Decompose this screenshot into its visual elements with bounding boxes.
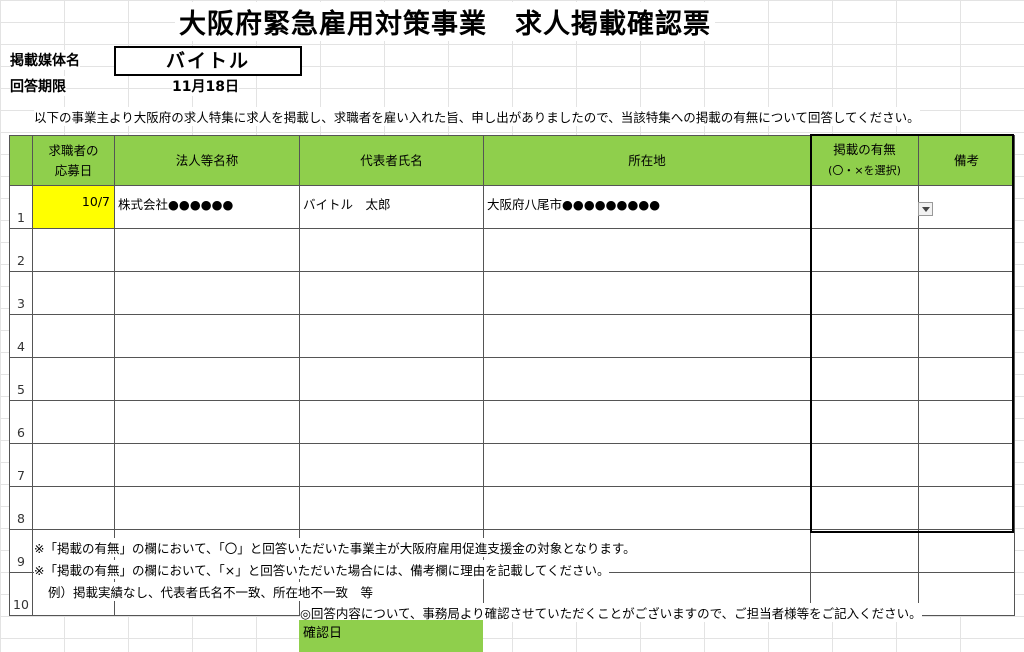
row-number: 2: [9, 228, 33, 272]
representative-cell[interactable]: [299, 400, 484, 444]
table-header-row: 求職者の 応募日 法人等名称 代表者氏名 所在地 掲載の有無 (〇・×を選択) …: [9, 135, 1015, 186]
representative-cell[interactable]: [299, 271, 484, 315]
representative-cell[interactable]: [299, 486, 484, 530]
application-date-cell[interactable]: 10/7: [32, 185, 115, 229]
application-date-cell[interactable]: [32, 271, 115, 315]
representative-cell[interactable]: [299, 228, 484, 272]
dropdown-arrow-icon[interactable]: [918, 202, 933, 216]
listed-select-cell[interactable]: [810, 314, 919, 358]
listed-select-cell[interactable]: [810, 443, 919, 487]
representative-cell[interactable]: [299, 357, 484, 401]
listed-select-cell[interactable]: [810, 228, 919, 272]
header-listed-line1: 掲載の有無: [833, 142, 896, 157]
address-cell[interactable]: [483, 486, 811, 530]
header-application-date: 求職者の 応募日: [32, 135, 115, 186]
remarks-cell[interactable]: [918, 486, 1015, 530]
table-row: 6: [9, 400, 1015, 444]
remarks-cell[interactable]: [918, 314, 1015, 358]
media-label: 掲載媒体名: [10, 50, 80, 70]
page-title: 大阪府緊急雇用対策事業 求人掲載確認票: [175, 2, 715, 41]
remarks-cell[interactable]: [918, 271, 1015, 315]
application-date-cell[interactable]: [32, 400, 115, 444]
header-address: 所在地: [483, 135, 811, 186]
row-number: 8: [9, 486, 33, 530]
listed-select-cell[interactable]: [810, 357, 919, 401]
company-cell[interactable]: 株式会社●●●●●●: [114, 185, 300, 229]
header-company: 法人等名称: [114, 135, 300, 186]
note-1: ※「掲載の有無」の欄において、「〇」と回答いただいた事業主が大阪府雇用促進支援金…: [34, 538, 636, 557]
media-name-cell[interactable]: バイトル: [114, 46, 302, 76]
address-cell[interactable]: [483, 314, 811, 358]
table-row: 8: [9, 486, 1015, 530]
header-no: [9, 135, 33, 186]
table-row: 5: [9, 357, 1015, 401]
row-number: 9: [9, 529, 33, 573]
row-number: 6: [9, 400, 33, 444]
header-date-line1: 求職者の: [48, 142, 99, 158]
address-cell[interactable]: [483, 228, 811, 272]
confirm-date-cell[interactable]: 確認日: [299, 620, 483, 652]
row-number: 7: [9, 443, 33, 487]
intro-text: 以下の事業主より大阪府の求人特集に求人を掲載し、求職者を雇い入れた旨、申し出があ…: [34, 107, 920, 126]
table-row: 1 10/7 株式会社●●●●●● バイトル 太郎 大阪府八尾市●●●●●●●●…: [9, 185, 1015, 229]
listed-select-cell[interactable]: [810, 486, 919, 530]
remarks-cell[interactable]: [918, 228, 1015, 272]
company-cell[interactable]: [114, 486, 300, 530]
remarks-cell[interactable]: [918, 357, 1015, 401]
listed-select-cell[interactable]: [810, 271, 919, 315]
row-number: 5: [9, 357, 33, 401]
address-cell[interactable]: [483, 357, 811, 401]
representative-cell[interactable]: [299, 314, 484, 358]
representative-cell[interactable]: バイトル 太郎: [299, 185, 484, 229]
company-cell[interactable]: [114, 400, 300, 444]
row-number: 10: [9, 572, 33, 616]
address-cell[interactable]: [483, 271, 811, 315]
listed-select-cell[interactable]: [810, 529, 919, 573]
listed-select-cell[interactable]: [810, 400, 919, 444]
address-cell[interactable]: [483, 400, 811, 444]
company-cell[interactable]: [114, 228, 300, 272]
application-date-cell[interactable]: [32, 314, 115, 358]
deadline-label: 回答期限: [10, 76, 66, 96]
company-cell[interactable]: [114, 271, 300, 315]
header-remarks: 備考: [918, 135, 1015, 186]
address-cell[interactable]: [483, 443, 811, 487]
application-date-cell[interactable]: [32, 443, 115, 487]
remarks-cell[interactable]: [918, 572, 1015, 616]
example-note: 例）掲載実績なし、代表者氏名不一致、所在地不一致 等: [48, 582, 374, 601]
header-date-line2: 応募日: [54, 162, 93, 178]
header-representative: 代表者氏名: [299, 135, 484, 186]
application-date-cell[interactable]: [32, 486, 115, 530]
note-2: ※「掲載の有無」の欄において、「×」と回答いただいた場合には、備考欄に理由を記載…: [34, 560, 610, 579]
deadline-value[interactable]: 11月18日: [172, 76, 239, 96]
remarks-cell[interactable]: [918, 400, 1015, 444]
remarks-cell[interactable]: [918, 529, 1015, 573]
table-row: 4: [9, 314, 1015, 358]
address-cell[interactable]: 大阪府八尾市●●●●●●●●●: [483, 185, 811, 229]
row-number: 4: [9, 314, 33, 358]
row-number: 3: [9, 271, 33, 315]
listed-select-cell[interactable]: [810, 185, 919, 229]
application-date-cell[interactable]: [32, 228, 115, 272]
representative-cell[interactable]: [299, 443, 484, 487]
table-row: 2: [9, 228, 1015, 272]
table-row: 3: [9, 271, 1015, 315]
application-date-cell[interactable]: [32, 357, 115, 401]
header-listed-line2: (〇・×を選択): [828, 164, 901, 177]
remarks-cell[interactable]: [918, 443, 1015, 487]
row-number: 1: [9, 185, 33, 229]
company-cell[interactable]: [114, 443, 300, 487]
company-cell[interactable]: [114, 314, 300, 358]
table-row: 7: [9, 443, 1015, 487]
company-cell[interactable]: [114, 357, 300, 401]
header-listed: 掲載の有無 (〇・×を選択): [810, 135, 919, 186]
